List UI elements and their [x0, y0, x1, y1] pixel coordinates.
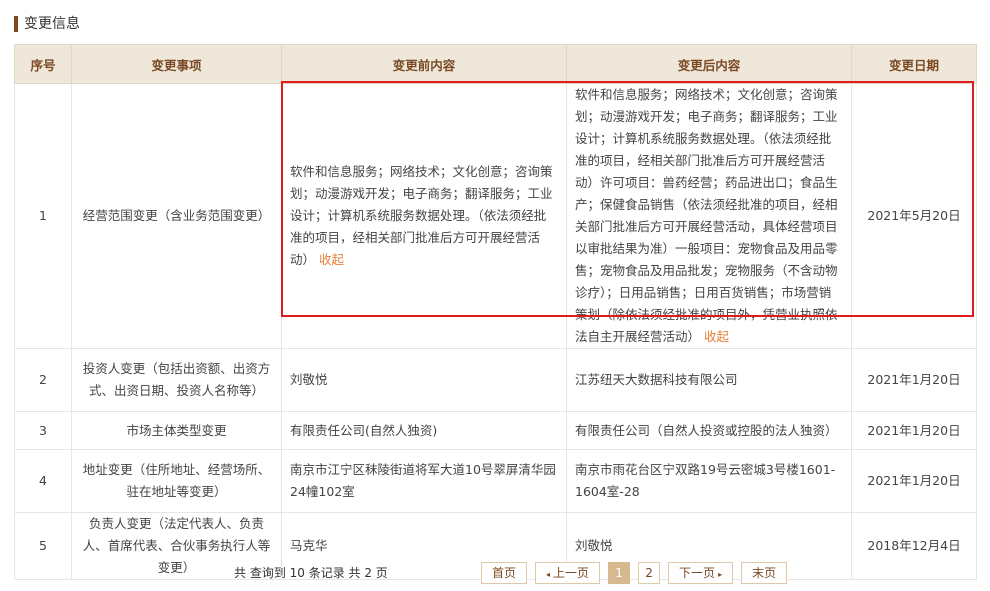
- header-after: 变更后内容: [566, 44, 852, 84]
- cell-no: 1: [14, 83, 72, 349]
- record-count: 共 查询到 10 条记录 共 2 页: [234, 566, 388, 580]
- next-page-label: 下一页: [679, 566, 716, 580]
- pagination-footer: 共 查询到 10 条记录 共 2 页 首页 ◂ 上一页 1 2 下一页 ▸ 末页: [14, 562, 976, 584]
- page-1-button[interactable]: 1: [608, 562, 631, 584]
- header-before: 变更前内容: [281, 44, 567, 84]
- cell-after: 南京市雨花台区宁双路19号云密城3号楼1601-1604室-28: [566, 449, 852, 513]
- table-row: 2 投资人变更（包括出资额、出资方式、出资日期、投资人名称等） 刘敬悦 江苏纽天…: [14, 348, 977, 412]
- cell-item: 经营范围变更（含业务范围变更）: [71, 83, 282, 349]
- chevron-right-icon: ▸: [718, 570, 723, 579]
- pager: 首页 ◂ 上一页 1 2 下一页 ▸ 末页: [481, 562, 788, 584]
- changes-table: 序号 变更事项 变更前内容 变更后内容 变更日期 1 经营范围变更（含业务范围变…: [14, 44, 977, 580]
- cell-date: 2021年1月20日: [851, 411, 977, 450]
- cell-before: 南京市江宁区秣陵街道将军大道10号翠屏清华园24幢102室: [281, 449, 567, 513]
- cell-date: 2021年1月20日: [851, 348, 977, 412]
- cell-after: 有限责任公司（自然人投资或控股的法人独资）: [566, 411, 852, 450]
- last-page-button[interactable]: 末页: [741, 562, 788, 584]
- cell-date: 2021年1月20日: [851, 449, 977, 513]
- section-title: 变更信息: [14, 15, 80, 33]
- prev-page-label: 上一页: [553, 566, 590, 580]
- next-page-button[interactable]: 下一页 ▸: [668, 562, 734, 584]
- cell-before: 刘敬悦: [281, 348, 567, 412]
- cell-date: 2021年5月20日: [851, 83, 977, 349]
- collapse-link[interactable]: 收起: [319, 252, 344, 267]
- table-row: 4 地址变更（住所地址、经营场所、驻在地址等变更） 南京市江宁区秣陵街道将军大道…: [14, 449, 977, 513]
- cell-after: 软件和信息服务；网络技术；文化创意；咨询策划；动漫游戏开发；电子商务；翻译服务；…: [566, 83, 852, 349]
- table-row: 3 市场主体类型变更 有限责任公司(自然人独资) 有限责任公司（自然人投资或控股…: [14, 411, 977, 450]
- page-2-button[interactable]: 2: [638, 562, 661, 584]
- collapse-link[interactable]: 收起: [704, 329, 729, 344]
- cell-no: 3: [14, 411, 72, 450]
- header-no: 序号: [14, 44, 72, 84]
- cell-item: 地址变更（住所地址、经营场所、驻在地址等变更）: [71, 449, 282, 513]
- cell-before: 有限责任公司(自然人独资): [281, 411, 567, 450]
- chevron-left-icon: ◂: [546, 570, 551, 579]
- table-header-row: 序号 变更事项 变更前内容 变更后内容 变更日期: [14, 44, 977, 84]
- cell-item: 市场主体类型变更: [71, 411, 282, 450]
- section-title-text: 变更信息: [24, 16, 80, 32]
- first-page-button[interactable]: 首页: [481, 562, 528, 584]
- cell-no: 4: [14, 449, 72, 513]
- prev-page-button[interactable]: ◂ 上一页: [535, 562, 601, 584]
- cell-before: 软件和信息服务；网络技术；文化创意；咨询策划；动漫游戏开发；电子商务；翻译服务；…: [281, 83, 567, 349]
- table-row: 1 经营范围变更（含业务范围变更） 软件和信息服务；网络技术；文化创意；咨询策划…: [14, 83, 977, 349]
- cell-item: 投资人变更（包括出资额、出资方式、出资日期、投资人名称等）: [71, 348, 282, 412]
- cell-after: 江苏纽天大数据科技有限公司: [566, 348, 852, 412]
- cell-after-text: 软件和信息服务；网络技术；文化创意；咨询策划；动漫游戏开发；电子商务；翻译服务；…: [575, 87, 838, 344]
- header-date: 变更日期: [851, 44, 977, 84]
- section-title-bar: [14, 16, 18, 32]
- cell-no: 2: [14, 348, 72, 412]
- header-item: 变更事项: [71, 44, 282, 84]
